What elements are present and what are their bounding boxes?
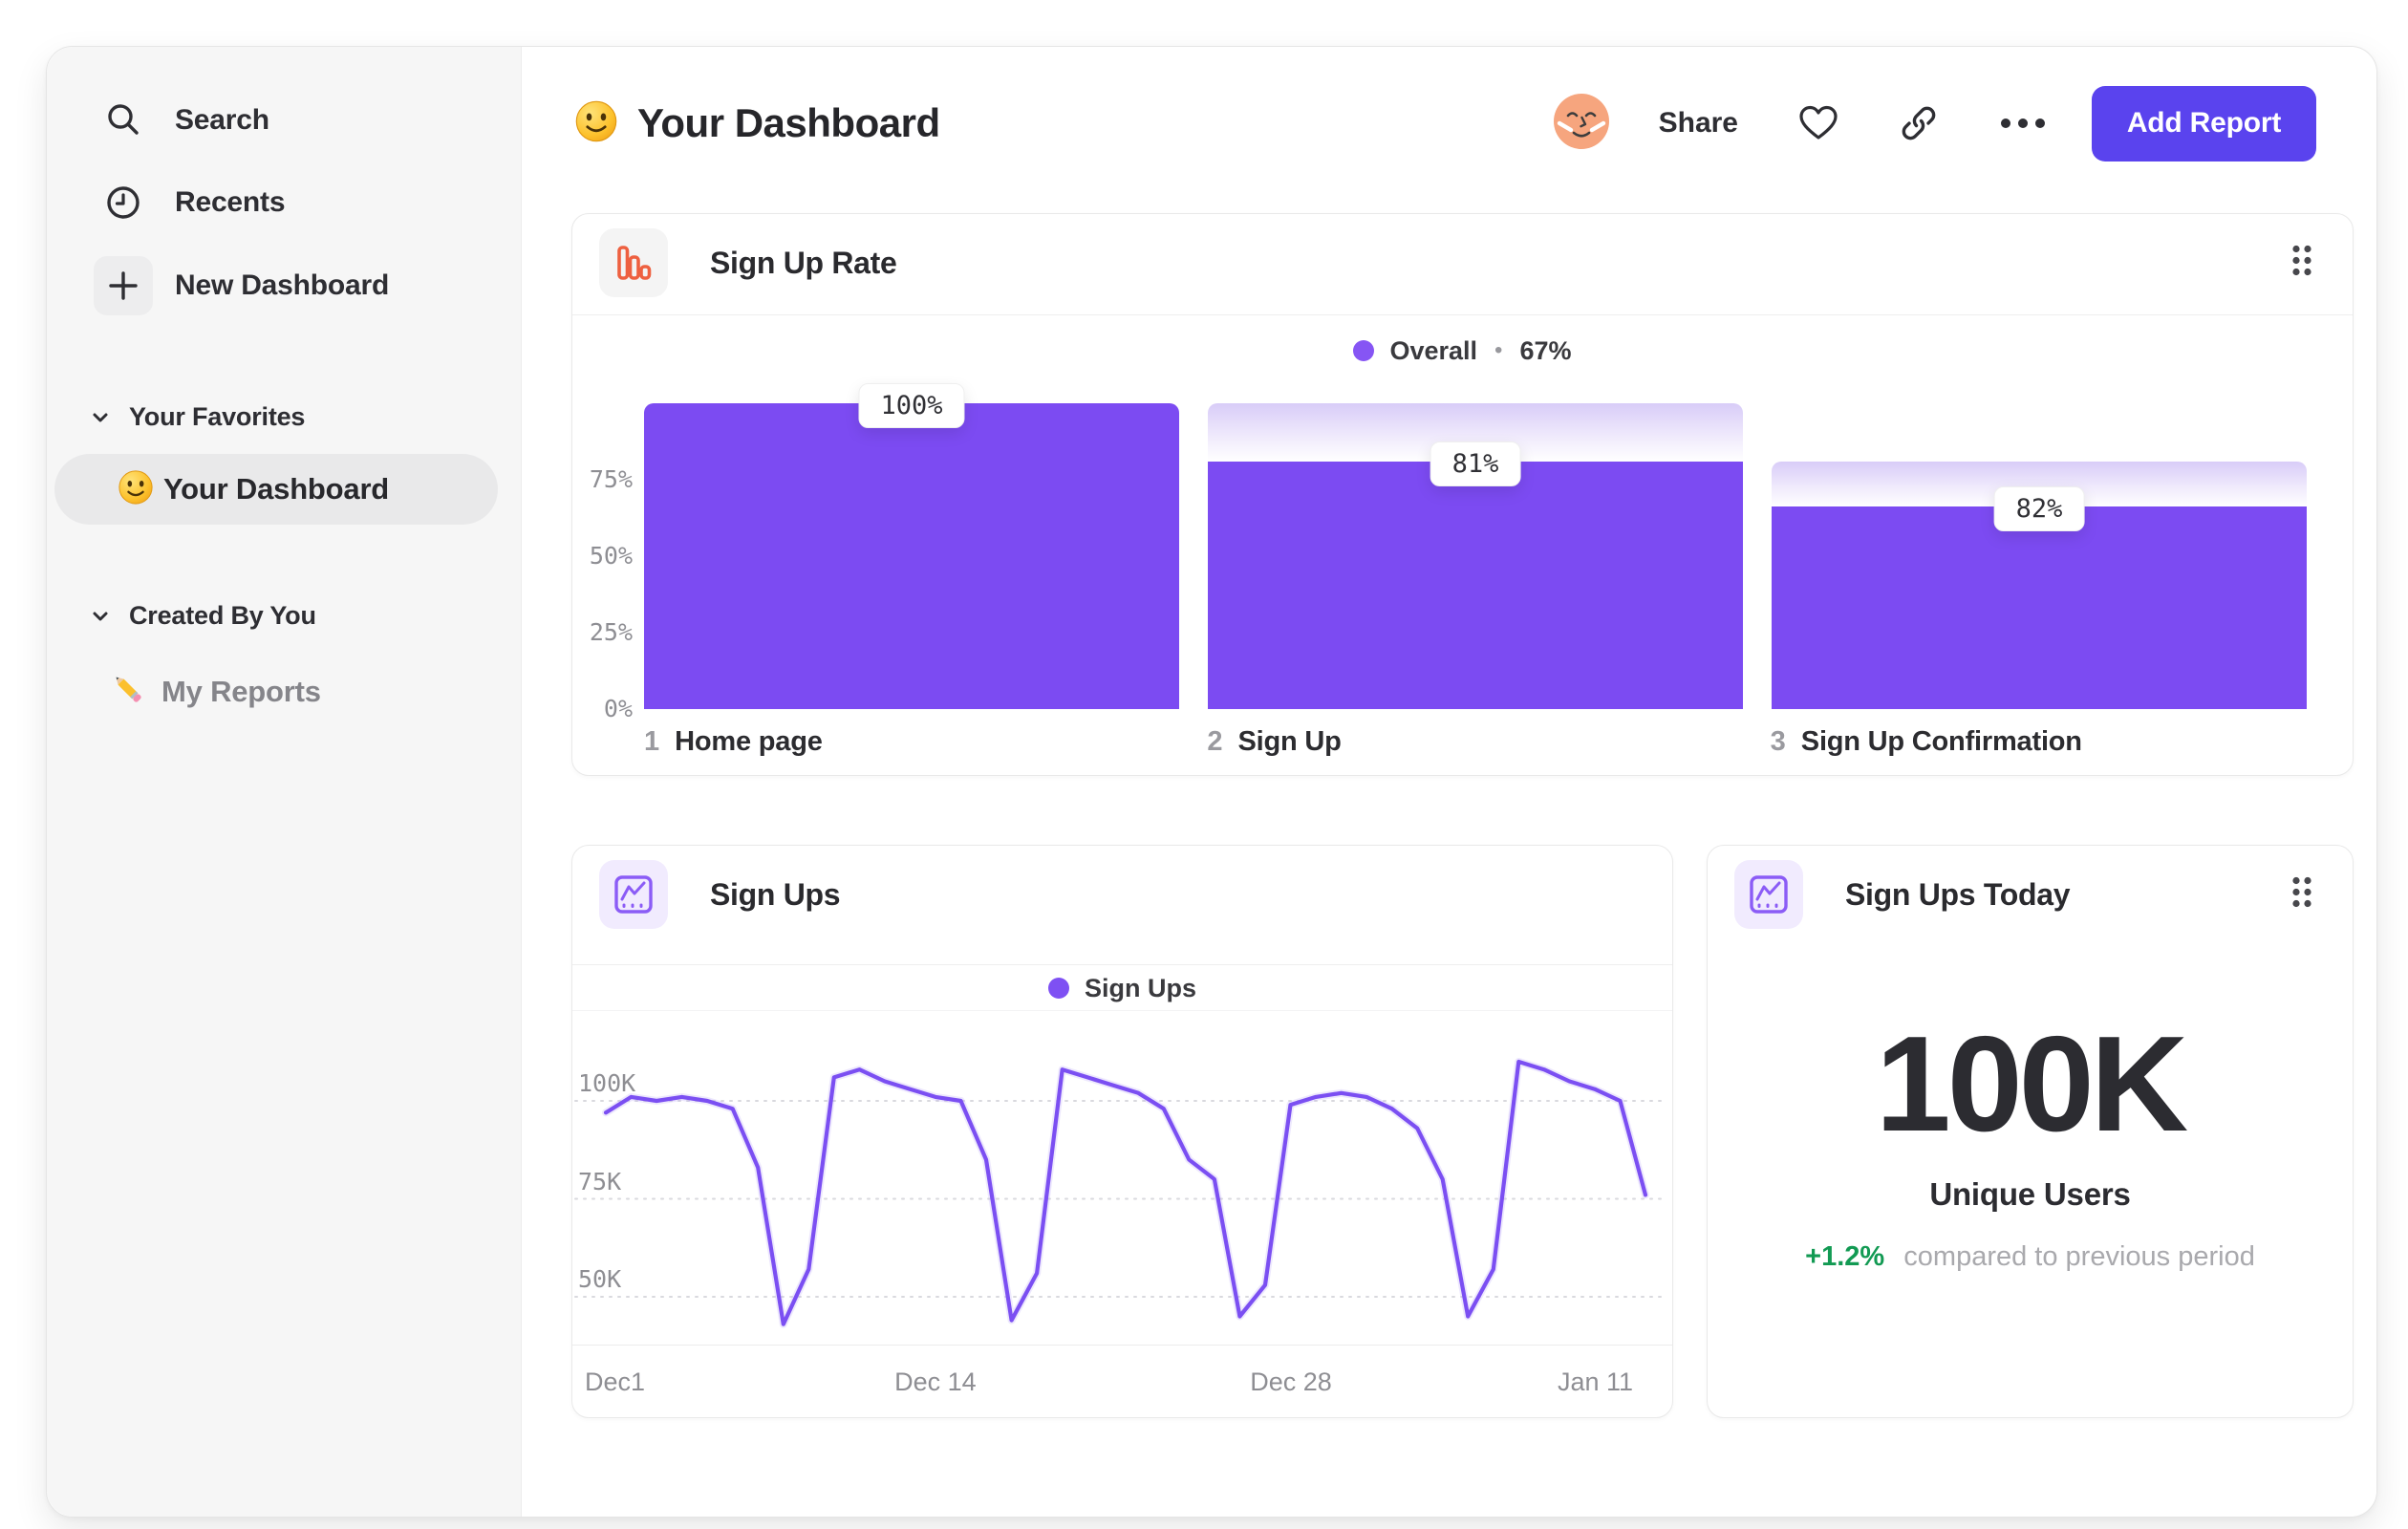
y-axis-tick: 50K xyxy=(578,1265,622,1293)
smiley-emoji-icon xyxy=(118,469,154,510)
clock-icon xyxy=(101,181,145,225)
funnel-solid-segment xyxy=(1772,506,2307,709)
funnel-labels: 1 Home page 2 Sign Up 3 Sign Up Confirmation xyxy=(644,726,2305,758)
funnel-solid-segment xyxy=(644,403,1179,709)
chevron-down-icon xyxy=(93,413,108,421)
x-axis-tick: Dec 14 xyxy=(894,1367,977,1396)
card-title: Sign Up Rate xyxy=(710,245,897,280)
funnel-bar[interactable]: 100% xyxy=(644,383,1179,709)
main-content: Your Dashboard Share Add Report Sign Up … xyxy=(522,47,2376,1517)
x-axis-tick: Jan 11 xyxy=(1557,1367,1633,1396)
sidebar-item-search[interactable]: Search xyxy=(47,98,521,142)
legend-dot-icon xyxy=(1353,340,1375,361)
card-sign-up-rate: Sign Up Rate Overall • 67% 100% 81% 82% 75%… xyxy=(571,213,2354,776)
pencil-emoji-icon xyxy=(110,671,148,714)
funnel-bar[interactable]: 82% xyxy=(1772,403,2307,709)
card-title: Sign Ups xyxy=(710,876,841,912)
funnel-value-tooltip: 81% xyxy=(1430,441,1521,486)
funnel-solid-segment xyxy=(1208,461,1743,709)
y-axis-tick: 75K xyxy=(578,1167,622,1195)
line-chart-icon xyxy=(599,860,668,929)
change-percent: +1.2% xyxy=(1805,1241,1885,1272)
card-sign-ups-today: Sign Ups Today 100K Unique Users +1.2% c… xyxy=(1707,845,2354,1418)
change-note: compared to previous period xyxy=(1903,1241,2255,1272)
divider xyxy=(572,964,1672,965)
funnel-value-tooltip: 82% xyxy=(1993,485,2085,531)
card-title: Sign Ups Today xyxy=(1845,876,2071,912)
y-axis-tick: 100K xyxy=(578,1069,636,1097)
sidebar-item-recents[interactable]: Recents xyxy=(47,181,521,225)
divider xyxy=(572,1010,1672,1011)
page-title: Your Dashboard xyxy=(574,99,940,148)
funnel-bar[interactable]: 81% xyxy=(1208,403,1743,709)
sidebar-section-your-favorites[interactable]: Your Favorites xyxy=(89,402,305,432)
x-axis-tick: Dec1 xyxy=(585,1367,646,1396)
y-axis-tick: 50% xyxy=(589,542,633,570)
drag-handle-icon[interactable] xyxy=(2282,235,2322,291)
funnel-plot: 100% 81% 82% 75% 50% 25% 0% xyxy=(590,383,2307,722)
heart-icon[interactable] xyxy=(1797,104,1839,142)
sidebar: Search Recents New Dashboard Your Favori… xyxy=(47,47,522,1517)
line-chart xyxy=(574,1058,1663,1328)
link-icon[interactable] xyxy=(1899,103,1939,143)
sidebar-item-label: Your Dashboard xyxy=(163,472,390,506)
avatar[interactable] xyxy=(1552,92,1611,156)
sidebar-item-label: My Reports xyxy=(161,675,321,708)
x-axis-tick: Dec 28 xyxy=(1250,1367,1332,1396)
metric-value: 100K xyxy=(1875,1008,2188,1160)
sidebar-item-my-reports[interactable]: My Reports xyxy=(110,667,321,717)
sidebar-item-your-dashboard[interactable]: Your Dashboard xyxy=(54,454,498,525)
line-chart-icon xyxy=(1734,860,1803,929)
sidebar-item-label: Recents xyxy=(175,186,286,218)
sidebar-item-new-dashboard[interactable]: New Dashboard xyxy=(47,256,521,315)
drag-handle-icon[interactable] xyxy=(2282,867,2322,923)
card-header: Sign Up Rate xyxy=(599,228,2326,297)
sidebar-item-label: New Dashboard xyxy=(175,269,390,301)
funnel-legend[interactable]: Overall • 67% xyxy=(572,334,2353,367)
smiley-emoji-icon xyxy=(574,99,618,148)
section-title: Your Favorites xyxy=(129,402,306,431)
search-icon xyxy=(101,98,145,142)
funnel-step-label: 3 Sign Up Confirmation xyxy=(1770,726,2082,757)
share-button[interactable]: Share xyxy=(1659,107,1738,140)
funnel-value-tooltip: 100% xyxy=(858,383,965,428)
funnel-step-label: 2 Sign Up xyxy=(1207,726,1342,757)
sidebar-item-label: Search xyxy=(175,104,269,136)
chevron-down-icon xyxy=(93,612,108,620)
funnel-step-label: 1 Home page xyxy=(644,726,823,757)
card-header: Sign Ups xyxy=(599,860,1645,929)
y-axis-tick: 75% xyxy=(589,465,633,493)
card-header: Sign Ups Today xyxy=(1734,860,2326,929)
bar-chart-icon xyxy=(599,228,668,297)
section-title: Created By You xyxy=(129,601,316,630)
metric-change: +1.2% compared to previous period xyxy=(1708,1241,2353,1273)
y-axis-tick: 25% xyxy=(589,618,633,646)
legend-dot-icon xyxy=(1047,978,1069,999)
y-axis-tick: 0% xyxy=(603,695,633,722)
line-legend[interactable]: Sign Ups xyxy=(572,972,1672,1004)
plus-icon xyxy=(94,256,153,315)
header-actions: Share Add Report xyxy=(1552,85,2316,162)
x-axis-line xyxy=(572,1345,1672,1346)
more-icon[interactable] xyxy=(1998,116,2048,131)
sidebar-section-created-by-you[interactable]: Created By You xyxy=(89,601,316,631)
app-window: Search Recents New Dashboard Your Favori… xyxy=(46,46,2377,1518)
divider xyxy=(572,314,2353,315)
metric-label: Unique Users xyxy=(1929,1176,2131,1212)
add-report-button[interactable]: Add Report xyxy=(2092,85,2316,162)
card-sign-ups: Sign Ups Sign Ups 100K 75K 50K Dec1 Dec 14 D… xyxy=(571,845,1673,1418)
page-header: Your Dashboard Share Add Report xyxy=(574,85,2316,162)
